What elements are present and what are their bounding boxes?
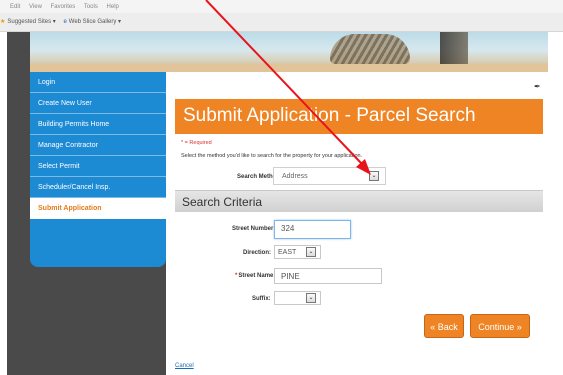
required-asterisk: * [235,273,238,279]
search-method-value: Address [282,173,308,180]
sidebar-item-manage-contractor[interactable]: Manage Contractor [30,135,166,156]
street-name-label: *Street Name: [235,273,276,279]
sidebar-nav: Login Create New User Building Permits H… [30,72,166,267]
direction-value: EAST [278,249,297,256]
direction-dropdown-button[interactable]: ⌄ [306,247,316,257]
cancel-link[interactable]: Cancel [175,363,194,369]
sidebar-item-create-new-user[interactable]: Create New User [30,93,166,114]
browser-menu-bar: Edit View Favorites Tools Help [0,0,563,13]
menu-favorites[interactable]: Favorites [51,4,76,10]
street-number-value: 324 [281,224,295,233]
page-title-bar: Submit Application - Parcel Search [175,99,543,134]
ie-icon: e [63,19,67,25]
right-margin [548,32,563,375]
search-instruction: Select the method you'd like to search f… [181,153,363,159]
suffix-label: Suffix: [252,296,271,302]
street-name-value: PINE [281,272,300,281]
sidebar-item-building-permits-home[interactable]: Building Permits Home [30,114,166,135]
sidebar-item-login[interactable]: Login [30,72,166,93]
back-button[interactable]: « Back [424,314,464,338]
header-banner [30,32,548,72]
menu-tools[interactable]: Tools [84,4,98,10]
menu-edit[interactable]: Edit [10,4,20,10]
left-margin [0,32,7,375]
page-title: Submit Application - Parcel Search [183,105,476,126]
menu-view[interactable]: View [29,4,42,10]
street-number-input[interactable]: 324 [274,220,351,239]
star-icon: ★ [0,19,6,25]
direction-label: Direction: [243,250,272,256]
street-name-input[interactable]: PINE [274,268,382,284]
banner-shore [30,64,548,72]
sidebar-item-select-permit[interactable]: Select Permit [30,156,166,177]
chevron-down-icon: ⌄ [308,295,314,301]
favorite-web-slice-gallery[interactable]: e Web Slice Gallery ▾ [63,18,121,25]
search-criteria-title: Search Criteria [182,195,263,209]
street-number-label: Street Number: [232,226,276,232]
sidebar-item-submit-application[interactable]: Submit Application [30,198,166,219]
favorites-bar: ★ Suggested Sites ▾ e Web Slice Gallery ▾ [0,13,563,32]
chevron-down-icon: ⌄ [371,173,377,179]
continue-button[interactable]: Continue » [470,314,530,338]
edit-icon[interactable]: ✒ [534,82,541,91]
search-method-dropdown-button[interactable]: ⌄ [369,171,379,181]
required-note: * = Required [181,140,212,146]
suffix-dropdown-button[interactable]: ⌄ [306,293,316,303]
favorite-suggested-sites[interactable]: ★ Suggested Sites ▾ [0,18,56,25]
sidebar-item-scheduler-cancel-insp[interactable]: Scheduler/Cancel Insp. [30,177,166,198]
chevron-down-icon: ⌄ [308,249,314,255]
search-criteria-header: Search Criteria [175,190,543,212]
banner-boat-image [330,34,410,64]
menu-help[interactable]: Help [107,4,119,10]
